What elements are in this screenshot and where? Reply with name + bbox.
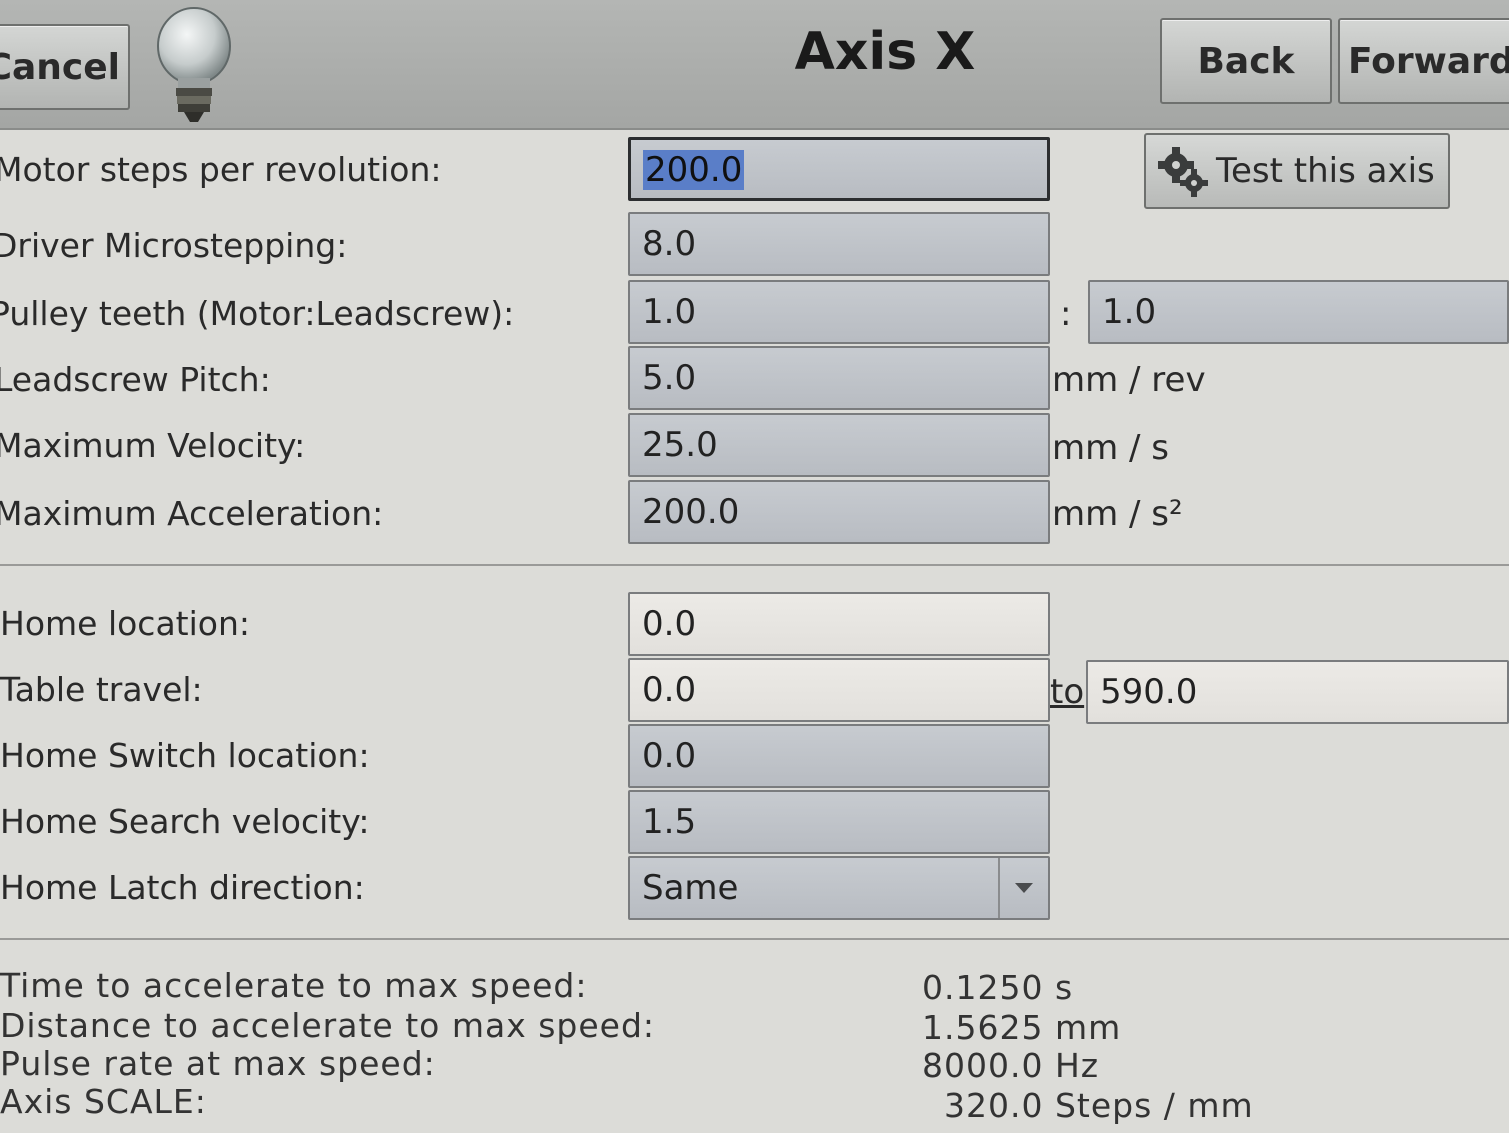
time-label: Time to accelerate to max speed: [0, 966, 588, 1005]
pitch-label: Leadscrew Pitch: [0, 360, 271, 399]
section-divider [0, 938, 1509, 940]
travel-to-input[interactable]: 590.0 [1086, 660, 1509, 724]
steps-label: Motor steps per revolution: [0, 150, 442, 189]
home-location-input[interactable]: 0.0 [628, 592, 1050, 656]
accel-label: Maximum Acceleration: [0, 494, 384, 533]
page-title: Axis X [794, 22, 976, 82]
pitch-unit: mm / rev [1052, 360, 1206, 400]
section-divider [0, 564, 1509, 566]
pitch-input[interactable]: 5.0 [628, 346, 1050, 410]
pulley-label: Pulley teeth (Motor:Leadscrew): [0, 294, 515, 333]
pulse-value: 8000.0 Hz [922, 1046, 1100, 1085]
microstep-label: Driver Microstepping: [0, 226, 348, 265]
gears-icon [1158, 147, 1208, 197]
accel-input[interactable]: 200.0 [628, 480, 1050, 544]
back-button[interactable]: Back [1160, 18, 1332, 104]
travel-from-input[interactable]: 0.0 [628, 658, 1050, 722]
scale-value: 320.0 Steps / mm [944, 1086, 1254, 1125]
velocity-input[interactable]: 25.0 [628, 413, 1050, 477]
pulley-leadscrew-input[interactable]: 1.0 [1088, 280, 1509, 344]
home-search-input[interactable]: 1.5 [628, 790, 1050, 854]
velocity-label: Maximum Velocity: [0, 426, 306, 465]
home-latch-label: Home Latch direction: [0, 868, 365, 907]
steps-value: 200.0 [643, 150, 745, 190]
scale-label: Axis SCALE: [0, 1082, 207, 1121]
home-switch-label: Home Switch location: [0, 736, 370, 775]
home-latch-value: Same [642, 868, 739, 908]
lightbulb-icon [157, 7, 231, 122]
table-travel-label: Table travel: [0, 670, 203, 709]
home-latch-dropdown[interactable]: Same [628, 856, 1050, 920]
pulse-label: Pulse rate at max speed: [0, 1044, 436, 1083]
distance-label: Distance to accelerate to max speed: [0, 1006, 656, 1045]
test-axis-button[interactable]: Test this axis [1144, 133, 1450, 209]
home-search-label: Home Search velocity: [0, 802, 370, 841]
accel-unit: mm / s² [1052, 494, 1183, 534]
distance-value: 1.5625 mm [922, 1008, 1122, 1047]
microstep-input[interactable]: 8.0 [628, 212, 1050, 276]
test-axis-label: Test this axis [1216, 151, 1435, 191]
pulley-motor-input[interactable]: 1.0 [628, 280, 1050, 344]
travel-to-label: to [1050, 672, 1085, 712]
chevron-down-icon [998, 858, 1048, 918]
steps-input[interactable]: 200.0 [628, 137, 1050, 201]
pulley-separator: : [1060, 294, 1072, 334]
cancel-button[interactable]: Cancel [0, 24, 130, 110]
time-value: 0.1250 s [922, 968, 1074, 1007]
home-location-label: Home location: [0, 604, 250, 643]
forward-button[interactable]: Forward [1338, 18, 1509, 104]
home-switch-input[interactable]: 0.0 [628, 724, 1050, 788]
header-bar: Cancel Axis X Back Forward [0, 0, 1509, 130]
velocity-unit: mm / s [1052, 428, 1170, 468]
